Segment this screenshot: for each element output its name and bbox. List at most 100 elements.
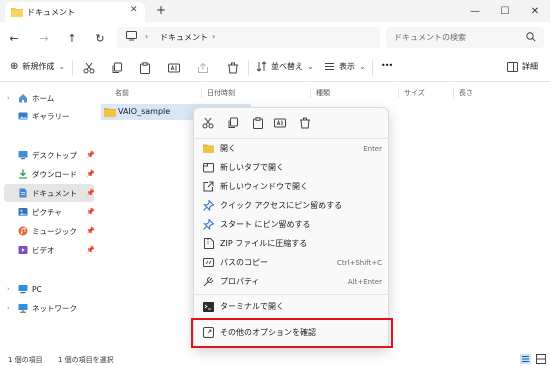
tiles-view-icon[interactable] — [536, 354, 546, 364]
sidebar-item-label: デスクトップ — [32, 150, 77, 160]
menu-item-properties[interactable]: プロパティ Alt+Enter — [198, 273, 384, 290]
menu-item-shortcut: Alt+Enter — [347, 277, 382, 286]
tab-documents[interactable]: ドキュメント ✕ — [5, 2, 145, 22]
copy-icon[interactable] — [110, 61, 124, 75]
paste-icon[interactable] — [251, 116, 265, 130]
home-icon — [19, 94, 27, 103]
sidebar-item-downloads[interactable]: ダウンロード 📌 — [4, 165, 95, 183]
document-icon — [19, 188, 27, 198]
menu-item-label: クイック アクセスにピン留めする — [220, 201, 343, 210]
terminal-icon — [203, 301, 214, 312]
delete-icon[interactable] — [298, 116, 312, 130]
menu-item-open-terminal[interactable]: ターミナルで開く — [198, 298, 384, 315]
menu-item-open[interactable]: 開く Enter — [198, 140, 384, 157]
sidebar-item-gallery[interactable]: ギャラリー — [4, 107, 94, 125]
zip-file-icon — [203, 238, 214, 249]
minimize-button[interactable]: — — [460, 0, 490, 22]
menu-divider — [194, 294, 388, 295]
copy-icon[interactable] — [226, 116, 240, 130]
file-name[interactable]: VAIO_sample — [118, 107, 170, 116]
cut-icon[interactable] — [201, 116, 215, 130]
pin-icon: 📌 — [86, 151, 95, 159]
expand-chevron-icon[interactable]: › — [7, 285, 10, 293]
expand-chevron-icon[interactable]: › — [7, 304, 10, 312]
forward-button[interactable]: → — [36, 30, 52, 46]
sidebar-item-label: ホーム — [32, 93, 55, 103]
details-label: 詳細 — [522, 62, 538, 71]
chevron-down-icon: ⌄ — [58, 62, 66, 71]
details-pane-icon — [507, 61, 518, 72]
breadcrumb-trailing-chevron[interactable]: › — [212, 32, 215, 41]
expand-chevron-icon[interactable]: › — [7, 94, 10, 102]
rename-icon[interactable] — [167, 61, 181, 75]
sort-button[interactable]: 並べ替え ⌄ — [256, 61, 314, 72]
paste-icon[interactable] — [138, 61, 152, 75]
menu-item-compress-zip[interactable]: ZIP ファイルに圧縮する — [198, 235, 384, 252]
gallery-icon — [18, 112, 28, 120]
sidebar-item-documents[interactable]: ドキュメント 📌 — [4, 184, 95, 202]
menu-item-label: プロパティ — [220, 277, 260, 286]
share-icon[interactable] — [196, 61, 210, 75]
sort-icon — [256, 61, 267, 72]
properties-icon — [203, 276, 214, 287]
toolbar-divider — [372, 60, 373, 76]
sidebar-item-label: ネットワーク — [32, 303, 77, 313]
column-header-length[interactable]: 長さ — [459, 88, 473, 98]
sidebar-item-home[interactable]: › ホーム — [4, 89, 94, 107]
new-button[interactable]: ⊕ 新規作成 ⌄ — [10, 61, 65, 72]
item-count: 1 個の項目 — [8, 356, 43, 364]
sidebar-item-desktop[interactable]: デスクトップ 📌 — [4, 146, 95, 164]
folder-icon — [104, 107, 116, 117]
video-icon — [18, 246, 28, 254]
menu-item-copy-path[interactable]: パスのコピー Ctrl+Shift+C — [198, 254, 384, 271]
view-button[interactable]: 表示 ⌄ — [324, 61, 366, 72]
sidebar-item-network[interactable]: › ネットワーク — [4, 299, 94, 317]
cut-icon[interactable] — [82, 61, 96, 75]
rename-icon[interactable] — [273, 116, 287, 130]
tab-label: ドキュメント — [27, 8, 75, 17]
sidebar-item-videos[interactable]: ビデオ 📌 — [4, 241, 95, 259]
breadcrumb-current[interactable]: ドキュメント — [160, 32, 208, 43]
music-icon — [18, 226, 28, 236]
monitor-icon — [126, 31, 137, 41]
menu-item-pin-quick-access[interactable]: クイック アクセスにピン留めする — [198, 197, 384, 214]
column-header-size[interactable]: サイズ — [404, 88, 425, 98]
details-view-icon[interactable] — [520, 354, 531, 364]
sidebar-item-label: ピクチャ — [32, 207, 62, 217]
close-tab-icon[interactable]: ✕ — [130, 5, 142, 19]
toolbar-divider — [72, 60, 73, 76]
close-window-button[interactable]: ✕ — [520, 0, 550, 22]
address-bar[interactable] — [117, 27, 380, 48]
menu-item-label: 新しいウィンドウで開く — [220, 182, 308, 191]
search-icon — [526, 32, 536, 42]
column-header-name[interactable]: 名前 — [115, 88, 129, 98]
up-button[interactable]: ↑ — [64, 30, 80, 46]
menu-item-open-new-window[interactable]: 新しいウィンドウで開く — [198, 178, 384, 195]
sort-label: 並べ替え — [271, 62, 303, 71]
folder-icon — [11, 7, 23, 17]
refresh-button[interactable]: ↻ — [92, 30, 108, 46]
breadcrumb-separator: › — [145, 32, 149, 41]
delete-icon[interactable] — [226, 61, 240, 75]
column-divider[interactable] — [201, 87, 202, 98]
column-divider[interactable] — [453, 87, 454, 98]
sidebar-item-pictures[interactable]: ピクチャ 📌 — [4, 203, 95, 221]
new-button-label: 新規作成 — [22, 62, 55, 71]
annotation-highlight-box — [191, 318, 393, 348]
sidebar-item-label: ダウンロード — [32, 169, 77, 179]
new-tab-button[interactable]: + — [153, 3, 169, 19]
sidebar-item-pc[interactable]: › PC — [4, 280, 94, 298]
column-header-type[interactable]: 種類 — [316, 88, 330, 98]
maximize-button[interactable]: ☐ — [490, 0, 520, 22]
pin-icon — [203, 200, 214, 211]
open-external-icon — [203, 181, 214, 192]
menu-item-open-new-tab[interactable]: 新しいタブで開く — [198, 159, 384, 176]
sidebar-item-music[interactable]: ミュージック 📌 — [4, 222, 95, 240]
column-divider[interactable] — [398, 87, 399, 98]
more-options-button[interactable]: ••• — [381, 61, 393, 70]
back-button[interactable]: ← — [6, 30, 22, 46]
column-header-date[interactable]: 日付時刻 — [207, 88, 235, 98]
details-button[interactable]: 詳細 — [507, 61, 538, 72]
menu-item-pin-start[interactable]: スタート にピン留めする — [198, 216, 384, 233]
column-divider[interactable] — [310, 87, 311, 98]
